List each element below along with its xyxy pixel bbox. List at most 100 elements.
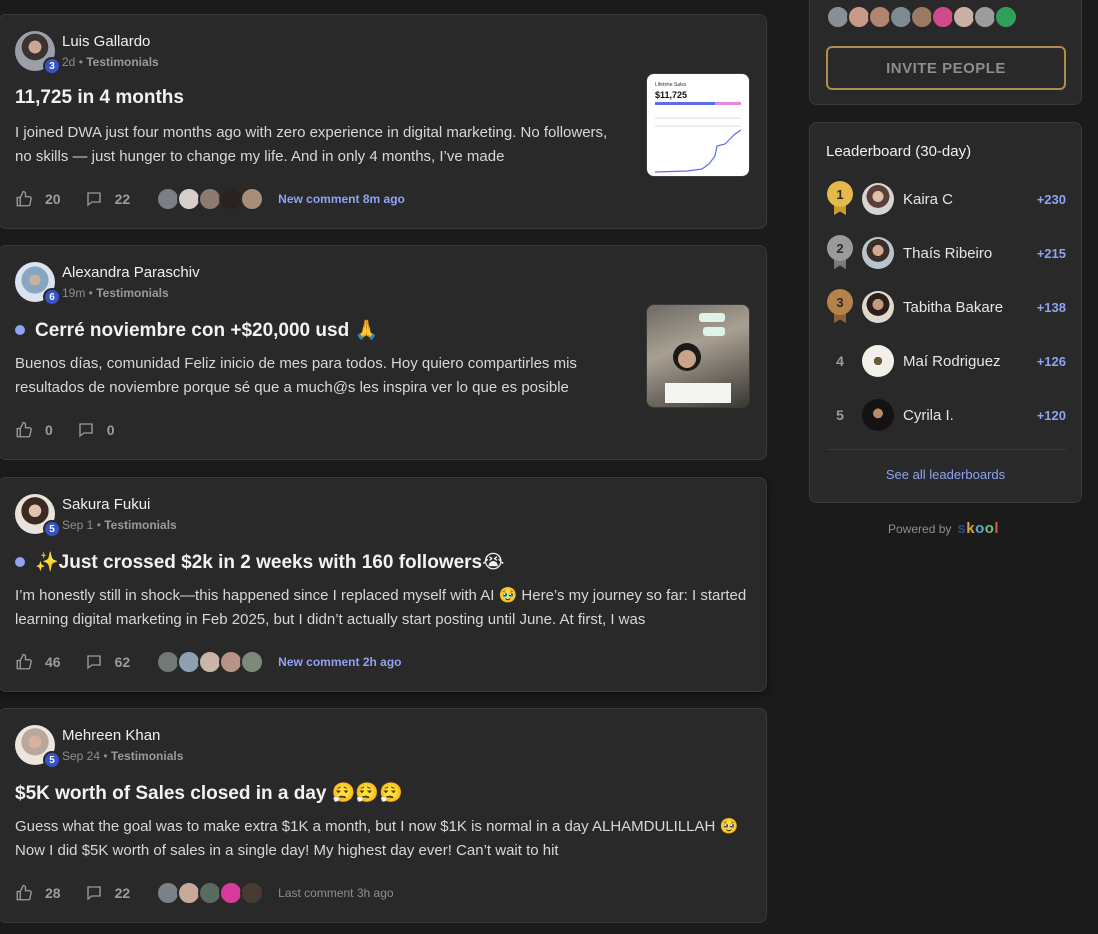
unread-dot <box>15 325 25 335</box>
comment-status[interactable]: Last comment 3h ago <box>278 886 393 900</box>
avatar <box>862 237 894 269</box>
leaderboard-row[interactable]: 1 Kaira C +230 <box>826 181 1066 217</box>
author-name[interactable]: Sakura Fukui <box>62 496 150 513</box>
post-title[interactable]: Cerré noviembre con +$20,000 usd 🙏 <box>15 318 378 342</box>
post-meta: Sep 1 • Testimonials <box>62 518 177 532</box>
post-actions: 46 62 New comment 2h ago <box>15 650 402 674</box>
author-name[interactable]: Alexandra Paraschiv <box>62 264 200 281</box>
like-button[interactable]: 46 <box>15 653 61 671</box>
leaderboard-row[interactable]: 4 Maí Rodriguez +126 <box>826 343 1066 379</box>
author-name[interactable]: Mehreen Khan <box>62 727 160 744</box>
leader-name: Cyrila I. <box>903 406 954 424</box>
member-avatars[interactable] <box>826 5 1018 29</box>
like-button[interactable]: 20 <box>15 190 61 208</box>
comment-icon <box>79 423 93 438</box>
comment-button[interactable]: 0 <box>77 421 115 439</box>
commenter-avatars[interactable] <box>156 881 265 905</box>
avatar <box>862 345 894 377</box>
comment-icon <box>86 886 101 901</box>
comment-count: 0 <box>106 422 115 438</box>
like-count: 28 <box>45 885 61 901</box>
leaderboard-row[interactable]: 3 Tabitha Bakare +138 <box>826 289 1066 325</box>
post-actions: 28 22 Last comment 3h ago <box>15 881 394 905</box>
post-card[interactable]: 5 Mehreen Khan Sep 24 • Testimonials $5K… <box>0 708 767 923</box>
comment-icon <box>86 192 101 207</box>
level-badge: 6 <box>43 288 61 306</box>
thumbs-up-icon <box>16 421 32 438</box>
post-preview: Buenos días, comunidad Feliz inicio de m… <box>15 355 577 396</box>
post-category[interactable]: Testimonials <box>104 518 176 532</box>
comment-icon <box>86 655 101 670</box>
community-card: INVITE PEOPLE <box>809 0 1082 105</box>
post-category[interactable]: Testimonials <box>86 55 158 69</box>
post-category[interactable]: Testimonials <box>111 749 183 763</box>
leader-points: +138 <box>1036 299 1066 315</box>
post-preview: I’m honestly still in shock—this happene… <box>15 587 747 628</box>
post-card[interactable]: 3 Luis Gallardo 2d • Testimonials 11,725… <box>0 14 767 229</box>
author-avatar[interactable]: 3 <box>15 31 61 75</box>
bronze-medal-icon: 3 <box>826 289 854 325</box>
skool-logo: skool <box>957 520 1000 537</box>
powered-by[interactable]: Powered by skool <box>888 520 999 537</box>
commenter-avatars[interactable] <box>156 650 265 674</box>
post-card[interactable]: 6 Alexandra Paraschiv 19m • Testimonials… <box>0 245 767 460</box>
comment-button[interactable]: 22 <box>85 884 130 902</box>
post-title[interactable]: $5K worth of Sales closed in a day 😮‍💨😮‍… <box>15 781 403 805</box>
post-time: 2d <box>62 55 76 69</box>
sales-chart-graphic <box>654 117 742 173</box>
thumbs-up-icon <box>16 884 32 901</box>
leaderboard-row[interactable]: 5 Cyrila I. +120 <box>826 397 1066 433</box>
author-name[interactable]: Luis Gallardo <box>62 33 150 50</box>
leaderboard-row[interactable]: 2 Thaís Ribeiro +215 <box>826 235 1066 271</box>
post-title-text: 11,725 in 4 months <box>15 87 184 108</box>
author-avatar[interactable]: 5 <box>15 725 61 769</box>
like-count: 46 <box>45 654 61 670</box>
leader-points: +120 <box>1036 407 1066 423</box>
like-button[interactable]: 0 <box>15 421 53 439</box>
comment-count: 22 <box>114 191 131 207</box>
like-count: 20 <box>45 191 61 207</box>
leader-name: Thaís Ribeiro <box>903 244 993 262</box>
comment-status[interactable]: New comment 2h ago <box>278 655 401 669</box>
leaderboard-card: Leaderboard (30-day) 1 Kaira C +230 2 Th… <box>809 122 1082 503</box>
avatar <box>862 183 894 215</box>
comment-status[interactable]: New comment 8m ago <box>278 192 405 206</box>
post-actions: 0 0 <box>15 418 139 442</box>
post-category[interactable]: Testimonials <box>96 286 168 300</box>
post-time: Sep 1 <box>62 518 94 532</box>
post-title[interactable]: ✨Just crossed $2k in 2 weeks with 160 fo… <box>15 550 504 574</box>
photo-graphic <box>665 313 731 403</box>
leader-points: +126 <box>1036 353 1066 369</box>
post-title-text: ✨Just crossed $2k in 2 weeks with 160 fo… <box>35 552 505 573</box>
post-thumbnail[interactable]: Lifetime Sales $11,725 <box>646 73 750 177</box>
gold-medal-icon: 1 <box>826 181 854 217</box>
comment-button[interactable]: 62 <box>85 653 130 671</box>
author-avatar[interactable]: 5 <box>15 494 61 538</box>
member-avatar <box>994 5 1018 29</box>
avatar <box>862 291 894 323</box>
leader-name: Kaira C <box>903 190 954 208</box>
post-meta: Sep 24 • Testimonials <box>62 749 184 763</box>
post-title[interactable]: 11,725 in 4 months <box>15 87 184 109</box>
post-time: 19m <box>62 286 86 300</box>
post-time: Sep 24 <box>62 749 101 763</box>
commenter-avatar <box>240 187 265 211</box>
rank-number: 5 <box>836 407 844 423</box>
comment-button[interactable]: 22 <box>85 190 131 208</box>
post-title-text: $5K worth of Sales closed in a day 😮‍💨😮‍… <box>15 783 403 804</box>
level-badge: 5 <box>43 751 61 769</box>
level-badge: 3 <box>43 57 61 75</box>
silver-medal-icon: 2 <box>826 235 854 271</box>
post-thumbnail[interactable] <box>646 304 750 408</box>
commenter-avatar <box>240 650 265 674</box>
commenter-avatars[interactable] <box>156 187 265 211</box>
see-all-leaderboards-link[interactable]: See all leaderboards <box>810 467 1081 482</box>
post-title-text: Cerré noviembre con +$20,000 usd 🙏 <box>35 320 379 341</box>
leader-points: +215 <box>1036 245 1066 261</box>
unread-dot <box>15 557 25 567</box>
like-button[interactable]: 28 <box>15 884 61 902</box>
post-card[interactable]: 5 Sakura Fukui Sep 1 • Testimonials ✨Jus… <box>0 477 767 692</box>
author-avatar[interactable]: 6 <box>15 262 61 306</box>
divider <box>826 449 1066 450</box>
invite-people-button[interactable]: INVITE PEOPLE <box>826 46 1066 90</box>
